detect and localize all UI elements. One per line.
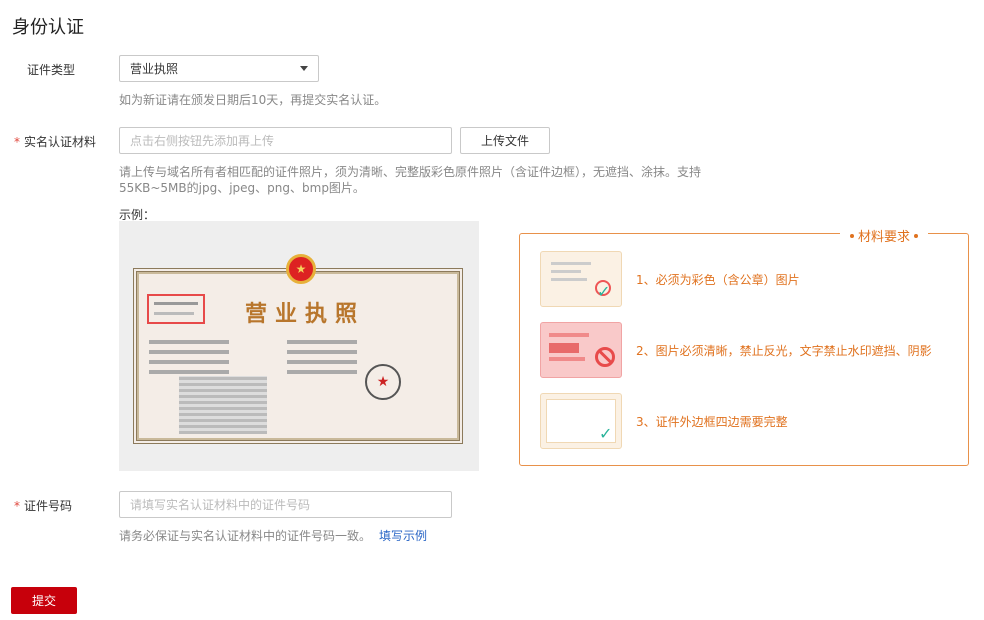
check-icon: ✓ [597, 282, 611, 301]
cert-number-help-row: 请务必保证与实名认证材料中的证件号码一致。 填写示例 [119, 528, 427, 544]
license-sample: ★ 营业执照 ★ [133, 254, 463, 444]
material-label-row: * 实名认证材料 [14, 133, 96, 150]
cert-number-label-row: * 证件号码 [14, 497, 72, 514]
seal-icon: ★ [365, 364, 401, 400]
requirement-item: ✓ 1、必须为彩色（含公章）图片 [540, 251, 800, 307]
cert-type-value: 营业执照 [130, 62, 179, 76]
chevron-down-icon [300, 66, 308, 71]
required-mark: * [14, 499, 20, 513]
cert-type-help: 如为新证请在颁发日期后10天，再提交实名认证。 [119, 93, 387, 107]
credit-code-highlight [147, 294, 205, 324]
page-title: 身份认证 [12, 17, 84, 38]
license-title: 营业执照 [245, 301, 366, 327]
cert-number-input[interactable]: 请填写实名认证材料中的证件号码 [119, 491, 452, 518]
material-help-line1: 请上传与域名所有者相匹配的证件照片，须为清晰、完整版彩色原件照片（含证件边框），… [119, 165, 702, 179]
material-help-line2: 55KB~5MB的jpg、jpeg、png、bmp图片。 [119, 181, 365, 195]
upload-file-button[interactable]: 上传文件 [460, 127, 550, 154]
requirements-title-row: 材料要求 [839, 226, 928, 245]
requirements-title: 材料要求 [857, 230, 910, 245]
emblem-icon: ★ [286, 254, 316, 284]
cert-number-label: 证件号码 [24, 499, 73, 513]
submit-button[interactable]: 提交 [11, 587, 77, 614]
requirement-item: 2、图片必须清晰，禁止反光，文字禁止水印遮挡、阴影 [540, 322, 932, 378]
required-mark: * [14, 135, 20, 149]
cert-type-select[interactable]: 营业执照 [119, 55, 319, 82]
prohibited-icon [595, 347, 615, 367]
requirement-text-2: 2、图片必须清晰，禁止反光，文字禁止水印遮挡、阴影 [636, 343, 932, 358]
requirement-text-3: 3、证件外边框四边需要完整 [636, 414, 788, 429]
material-file-input[interactable]: 点击右侧按钮先添加再上传 [119, 127, 452, 154]
color-document-icon: ✓ [540, 251, 622, 307]
fill-example-link[interactable]: 填写示例 [379, 529, 427, 543]
cert-number-placeholder: 请填写实名认证材料中的证件号码 [130, 498, 311, 512]
material-label: 实名认证材料 [24, 135, 97, 149]
blurred-document-icon [540, 322, 622, 378]
full-border-document-icon: ✓ [540, 393, 622, 449]
requirement-text-1: 1、必须为彩色（含公章）图片 [636, 272, 800, 287]
cert-number-help: 请务必保证与实名认证材料中的证件号码一致。 [119, 529, 372, 543]
material-placeholder: 点击右侧按钮先添加再上传 [130, 134, 275, 148]
requirement-item: ✓ 3、证件外边框四边需要完整 [540, 393, 788, 449]
cert-type-label: 证件类型 [27, 63, 76, 77]
requirements-panel: 材料要求 ✓ 1、必须为彩色（含公章）图片 2、图片必须清晰，禁止反光，文字禁止… [519, 226, 969, 466]
license-example-image: ★ 营业执照 ★ [119, 221, 479, 471]
check-icon: ✓ [599, 424, 613, 443]
